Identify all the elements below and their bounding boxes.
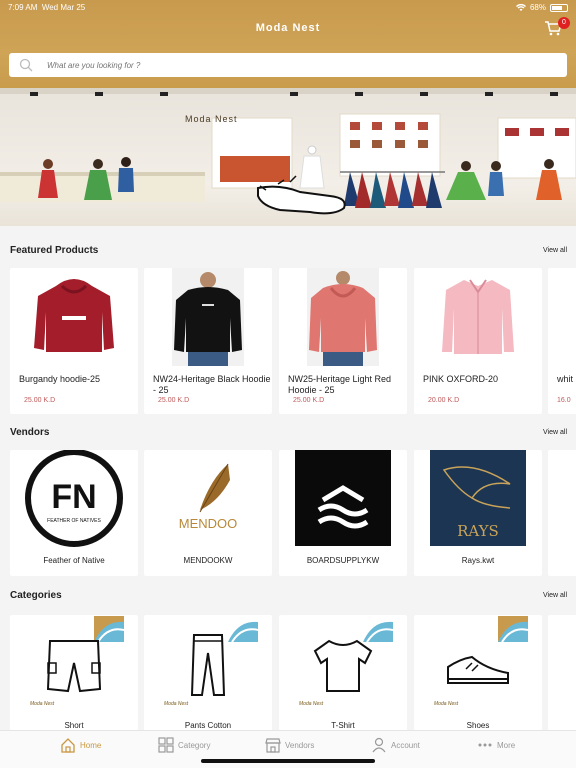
brand-mark: Moda Nest [434, 701, 459, 707]
status-time: 7:09 AM [8, 3, 38, 12]
home-icon [61, 738, 75, 753]
product-name: NW24-Heritage Black Hoodie - 25 [153, 374, 271, 395]
product-price: 16.0 [557, 397, 571, 404]
app-title: Moda Nest [255, 22, 321, 34]
category-name: Shoes [466, 721, 490, 730]
featured-view-all-link[interactable]: View all [543, 247, 567, 254]
store-icon [265, 738, 281, 753]
category-name: T-Shirt [331, 721, 355, 730]
product-card[interactable]: NW24-Heritage Black Hoodie - 25 25.00 K.… [144, 268, 272, 414]
tab-more[interactable]: More [477, 737, 515, 753]
black-hoodie-image [172, 268, 244, 366]
categories-view-all-link[interactable]: View all [543, 592, 567, 599]
pants-icon [190, 634, 226, 696]
product-name: whit [557, 374, 574, 384]
featured-title: Featured Products [10, 245, 99, 256]
product-price: 25.00 K.D [24, 397, 56, 404]
vendor-logo-text: RAYS [457, 522, 499, 540]
shorts-icon [46, 640, 102, 693]
category-name: Short [64, 721, 84, 730]
vendors-title: Vendors [10, 427, 50, 438]
vendor-card[interactable]: RAYS Rays.kwt [414, 450, 542, 576]
battery-icon [550, 3, 568, 12]
product-name: NW25-Heritage Light Red Hoodie - 25 [288, 374, 392, 395]
banner-brand: Moda Nest [185, 114, 238, 124]
vendor-logo-subtext: FEATHER OF NATIVES [47, 518, 101, 524]
app-header: 7:09 AM Wed Mar 25 68% Moda Nest 0 [0, 0, 576, 88]
category-card[interactable]: Moda Nest Short [10, 615, 138, 733]
wifi-icon [515, 3, 526, 11]
home-indicator [201, 759, 375, 763]
vendor-name: Feather of Native [43, 556, 105, 565]
tab-label: Account [391, 740, 420, 750]
tab-account[interactable]: Account [371, 737, 420, 753]
shoe-icon [447, 655, 509, 684]
category-card[interactable]: Moda Nest T-Shirt [279, 615, 407, 733]
product-card[interactable]: PINK OXFORD-20 20.00 K.D [414, 268, 542, 414]
pink-shirt-image [442, 279, 514, 354]
status-date: Wed Mar 25 [41, 3, 86, 12]
vendor-card[interactable]: BOARDSUPPLYKW [279, 450, 407, 576]
category-name: Pants Cotton [184, 721, 232, 730]
vendor-card[interactable]: FN FEATHER OF NATIVES Feather of Native [10, 449, 138, 576]
brand-mark: Moda Nest [30, 701, 55, 707]
vendor-logo-text: FN [51, 478, 96, 516]
more-icon [478, 743, 492, 747]
product-name: PINK OXFORD-20 [423, 374, 499, 384]
status-bar: 7:09 AM Wed Mar 25 68% [8, 3, 568, 15]
product-card[interactable]: NW25-Heritage Light Red Hoodie - 25 25.0… [279, 268, 407, 414]
product-name: Burgandy hoodie-25 [19, 374, 101, 384]
category-card[interactable] [548, 615, 576, 733]
category-card[interactable]: Moda Nest Shoes [414, 615, 542, 733]
search-bar[interactable] [9, 53, 567, 77]
store-illustration [0, 88, 576, 215]
promo-banner[interactable]: Moda Nest [0, 88, 576, 226]
product-price: 25.00 K.D [293, 397, 325, 404]
brand-mark: Moda Nest [299, 701, 324, 707]
rays-logo: RAYS [430, 450, 526, 546]
vendors-view-all-link[interactable]: View all [543, 429, 567, 436]
vendor-name: MENDOOKW [183, 556, 233, 565]
boardsupply-logo [295, 450, 391, 546]
product-card[interactable]: whit 16.0 [548, 268, 576, 414]
brand-mark: Moda Nest [164, 701, 189, 707]
battery-percent: 68% [529, 3, 546, 12]
mendoo-logo: MENDOO [179, 463, 238, 531]
vendor-name: Rays.kwt [461, 556, 495, 565]
vendor-logo-text: MENDOO [179, 516, 238, 531]
tab-home[interactable]: Home [60, 737, 101, 753]
red-hoodie-image [307, 268, 379, 366]
feather-of-native-logo: FN FEATHER OF NATIVES [25, 449, 123, 547]
tab-vendors[interactable]: Vendors [265, 737, 314, 753]
grid-icon [158, 737, 174, 753]
vendor-card[interactable] [548, 450, 576, 576]
tab-category[interactable]: Category [158, 737, 210, 753]
tab-label: More [497, 740, 516, 750]
cart-button[interactable]: 0 [544, 17, 570, 38]
cart-count-badge: 0 [558, 17, 570, 29]
vendor-card[interactable]: MENDOO MENDOOKW [144, 450, 272, 576]
categories-title: Categories [10, 590, 62, 601]
tab-label: Vendors [285, 740, 315, 750]
search-icon [19, 58, 33, 72]
product-price: 20.00 K.D [428, 397, 460, 404]
vendor-name: BOARDSUPPLYKW [306, 556, 380, 565]
tab-label: Category [178, 740, 211, 750]
category-card[interactable]: Moda Nest Pants Cotton [144, 615, 272, 733]
burgundy-hoodie-image [34, 279, 114, 352]
tab-label: Home [80, 740, 102, 750]
bottom-tab-bar: Home Category Vendors Account More [0, 730, 576, 768]
user-icon [372, 737, 386, 753]
tshirt-icon [313, 639, 373, 692]
product-card[interactable]: Burgandy hoodie-25 25.00 K.D [10, 268, 138, 414]
product-price: 25.00 K.D [158, 397, 190, 404]
search-input[interactable] [47, 60, 527, 70]
